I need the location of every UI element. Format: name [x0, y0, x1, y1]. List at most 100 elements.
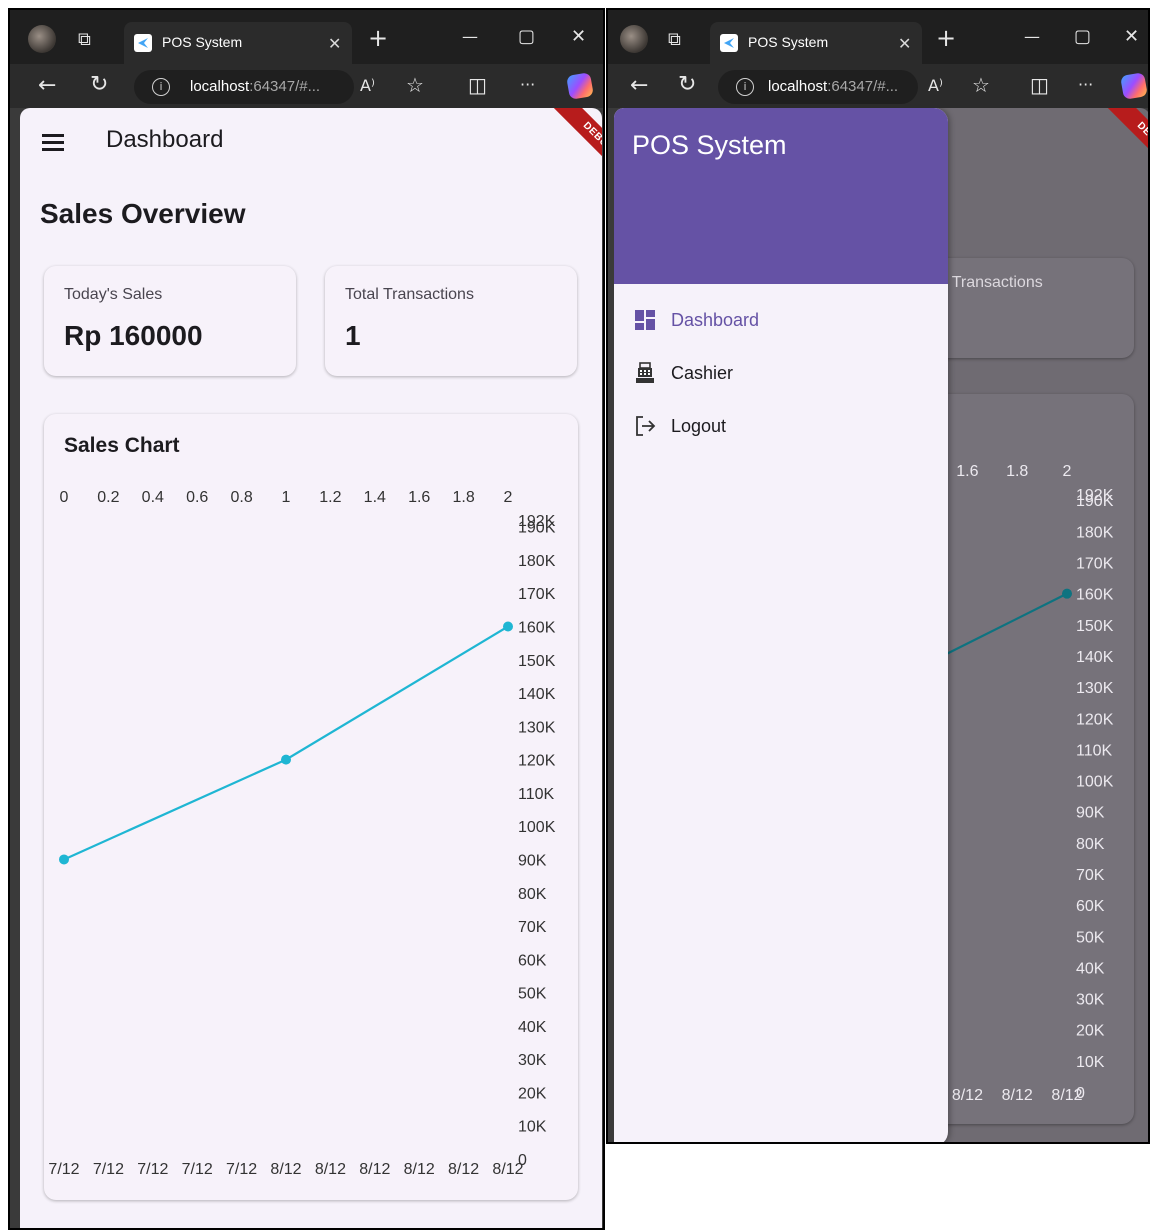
- y-tick-label: 20K: [518, 1085, 547, 1102]
- y-tick-label: 60K: [1076, 898, 1105, 915]
- y-tick-label: 40K: [518, 1019, 547, 1036]
- back-button[interactable]: ←: [38, 75, 56, 97]
- y-tick-label: 170K: [1076, 556, 1114, 573]
- y-tick-label: 60K: [518, 952, 547, 969]
- x-top-tick-label: 0.4: [142, 489, 164, 506]
- y-tick-label: 40K: [1076, 960, 1105, 977]
- site-info-icon[interactable]: i: [152, 78, 170, 96]
- split-screen-icon[interactable]: ◫: [1030, 75, 1049, 95]
- window-close-button[interactable]: ✕: [571, 27, 586, 47]
- address-toolbar: ← ↻ i localhost:64347/#... A⁾ ☆ ◫ ···: [10, 64, 603, 108]
- todays-sales-label: Today's Sales: [64, 286, 163, 303]
- minimize-button[interactable]: —: [462, 27, 478, 47]
- x-bottom-tick-label: 8/12: [952, 1087, 983, 1104]
- drawer-title: POS System: [632, 130, 787, 160]
- profile-avatar[interactable]: [28, 25, 56, 53]
- logout-icon: [636, 416, 656, 436]
- x-top-tick-label: 0.8: [230, 489, 252, 506]
- maximize-button[interactable]: ▢: [1074, 27, 1091, 47]
- y-tick-label: 70K: [518, 919, 547, 936]
- y-tick-label: 90K: [1076, 805, 1105, 822]
- drawer-item-dashboard[interactable]: Dashboard: [614, 298, 948, 342]
- address-bar[interactable]: i localhost:64347/#...: [718, 70, 918, 104]
- x-bottom-tick-label: 8/12: [404, 1161, 435, 1178]
- tab-bar: ⧉ POS System ✕ + — ▢ ✕: [10, 10, 603, 64]
- favorite-icon[interactable]: ☆: [972, 75, 990, 95]
- browser-window-right: ⧉ POS System ✕ + — ▢ ✕ ← ↻ i localhost:6…: [606, 8, 1150, 1144]
- y-tick-label: 70K: [1076, 867, 1105, 884]
- more-menu-icon[interactable]: ···: [520, 75, 535, 95]
- y-tick-label: 10K: [518, 1119, 547, 1136]
- favorite-icon[interactable]: ☆: [406, 75, 424, 95]
- x-bottom-tick-label: 7/12: [182, 1161, 213, 1178]
- url-text: localhost:64347/#...: [768, 78, 899, 95]
- data-point: [503, 621, 513, 632]
- y-tick-label: 150K: [518, 653, 556, 670]
- todays-sales-value: Rp 160000: [64, 320, 203, 351]
- y-tick-label: 90K: [518, 852, 547, 869]
- workspaces-icon[interactable]: ⧉: [78, 30, 91, 50]
- data-point: [59, 854, 69, 865]
- copilot-icon[interactable]: [566, 72, 594, 100]
- browser-tab[interactable]: POS System ✕: [124, 22, 352, 64]
- series-line: [63, 625, 509, 861]
- browser-tab[interactable]: POS System ✕: [710, 22, 922, 64]
- navigation-drawer: POS System Dashboard Cashier Logout: [614, 108, 948, 1142]
- dashboard-icon: [635, 310, 655, 330]
- y-tick-label: 160K: [1076, 587, 1114, 604]
- tab-close-icon[interactable]: ✕: [328, 34, 341, 53]
- workspaces-icon[interactable]: ⧉: [668, 30, 681, 50]
- sales-chart-card: Sales Chart 0 0.2 0.4 0.6 0.8 1 1.2 1.4 1.6 1.8 2 7…: [44, 414, 578, 1200]
- y-tick-label: 140K: [518, 686, 556, 703]
- more-menu-icon[interactable]: ···: [1078, 75, 1093, 95]
- url-text: localhost:64347/#...: [190, 78, 321, 95]
- y-tick-label: 50K: [518, 986, 547, 1003]
- site-info-icon[interactable]: i: [736, 78, 754, 96]
- x-top-tick-label: 0.6: [186, 489, 208, 506]
- address-toolbar: ← ↻ i localhost:64347/#... A⁾ ☆ ◫ ···: [608, 64, 1148, 108]
- window-close-button[interactable]: ✕: [1124, 27, 1139, 47]
- x-top-tick-label: 1.4: [364, 489, 386, 506]
- read-aloud-icon[interactable]: A⁾: [928, 76, 943, 96]
- total-transactions-value: 1: [345, 320, 361, 351]
- x-top-tick-label: 1: [282, 489, 291, 506]
- maximize-button[interactable]: ▢: [518, 27, 535, 47]
- y-tick-label: 50K: [1076, 929, 1105, 946]
- profile-avatar[interactable]: [620, 25, 648, 53]
- y-tick-label: 100K: [518, 819, 556, 836]
- section-title: Sales Overview: [40, 198, 246, 229]
- refresh-button[interactable]: ↻: [678, 74, 696, 96]
- hamburger-menu-icon[interactable]: [42, 134, 64, 151]
- dashboard-page-dimmed: l Transactions 00.20.40.60.811.21.41.61.…: [614, 108, 1148, 1142]
- flutter-favicon-icon: [720, 34, 738, 52]
- debug-banner: DEBUG: [548, 108, 602, 188]
- drawer-item-label: Cashier: [671, 363, 734, 383]
- x-bottom-tick-label: 8/12: [1002, 1087, 1033, 1104]
- drawer-item-cashier[interactable]: Cashier: [614, 351, 948, 395]
- y-tick-label: 192K: [518, 513, 556, 530]
- drawer-item-logout[interactable]: Logout: [614, 404, 948, 448]
- x-top-tick-label: 0.2: [97, 489, 119, 506]
- y-tick-label: 110K: [1076, 742, 1113, 759]
- copilot-icon[interactable]: [1120, 72, 1148, 100]
- new-tab-button[interactable]: +: [936, 26, 956, 50]
- y-tick-label: 150K: [1076, 618, 1114, 635]
- x-top-tick-label: 1.6: [956, 463, 978, 480]
- split-screen-icon[interactable]: ◫: [468, 75, 487, 95]
- y-tick-label: 180K: [518, 553, 556, 570]
- tab-close-icon[interactable]: ✕: [898, 34, 911, 53]
- minimize-button[interactable]: —: [1024, 27, 1040, 47]
- y-tick-label: 80K: [1076, 836, 1105, 853]
- x-bottom-tick-label: 8/12: [270, 1161, 301, 1178]
- new-tab-button[interactable]: +: [368, 26, 388, 50]
- y-tick-label: 130K: [518, 719, 556, 736]
- back-button[interactable]: ←: [630, 75, 648, 97]
- x-bottom-tick-label: 7/12: [226, 1161, 257, 1178]
- address-bar[interactable]: i localhost:64347/#...: [134, 70, 354, 104]
- y-tick-label: 10K: [1076, 1054, 1105, 1071]
- page-viewport: Dashboard DEBUG Sales Overview Today's S…: [10, 108, 603, 1228]
- total-transactions-label: Total Transactions: [345, 286, 474, 303]
- refresh-button[interactable]: ↻: [90, 74, 108, 96]
- read-aloud-icon[interactable]: A⁾: [360, 76, 375, 96]
- y-tick-label: 170K: [518, 586, 556, 603]
